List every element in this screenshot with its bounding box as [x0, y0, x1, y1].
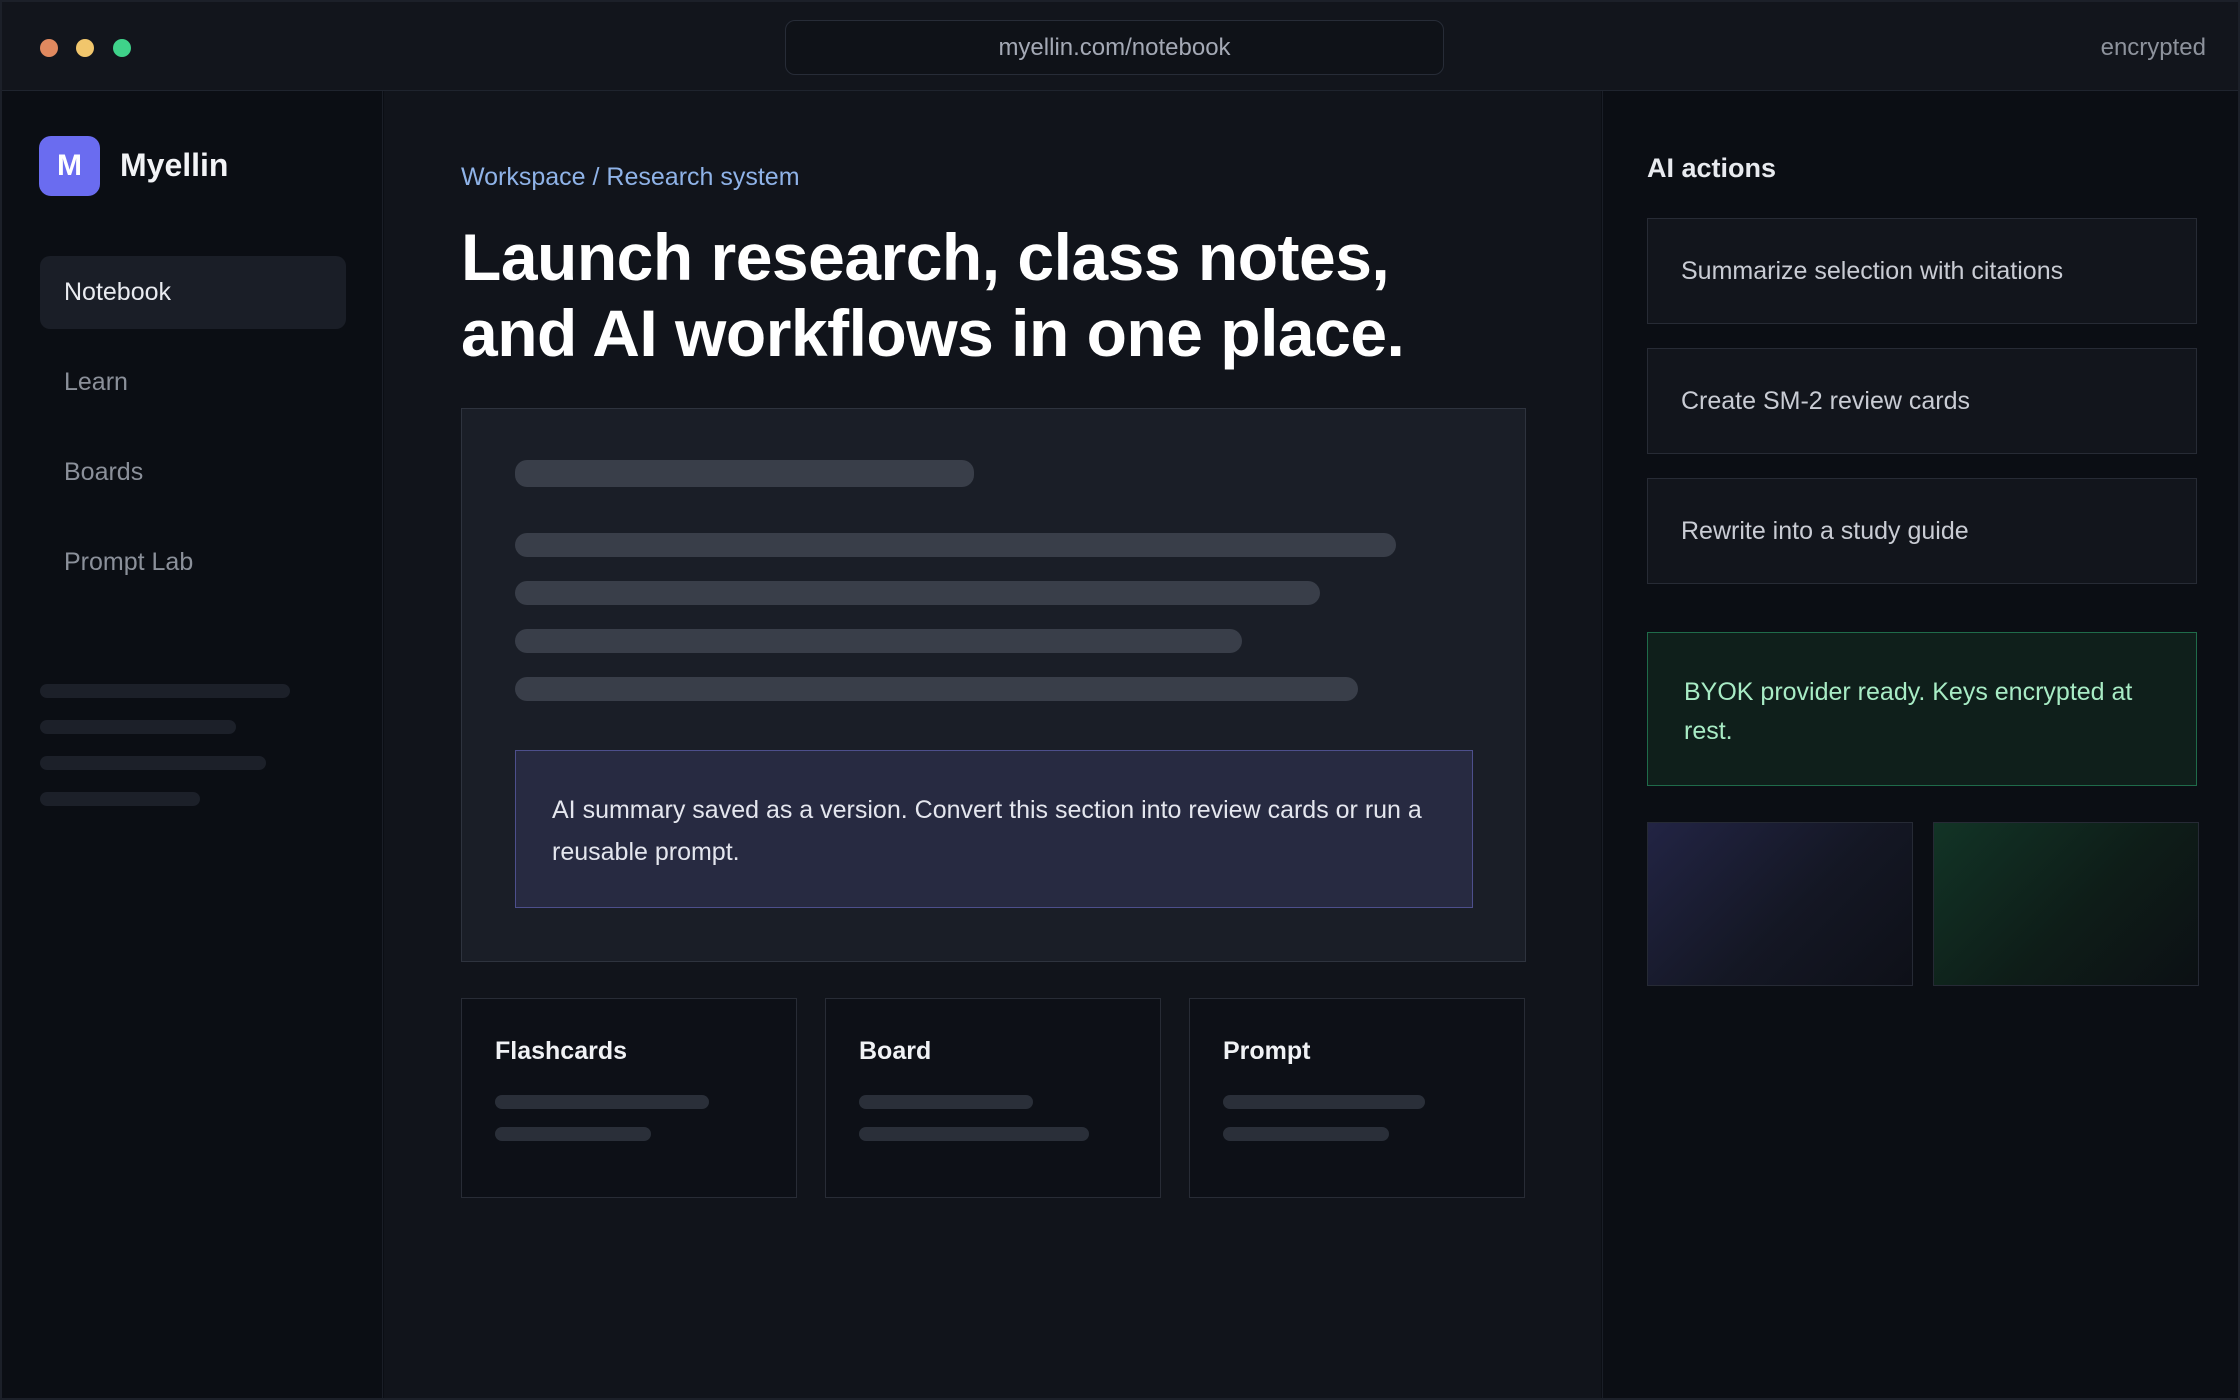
card-title: Prompt: [1223, 1037, 1311, 1065]
sidebar-item-label: Prompt Lab: [64, 548, 194, 576]
ai-actions-panel: AI actions Summarize selection with cita…: [1602, 91, 2238, 1398]
breadcrumb[interactable]: Workspace / Research system: [461, 163, 800, 192]
notebook-editor[interactable]: AI summary saved as a version. Convert t…: [461, 408, 1526, 962]
editor-heading-placeholder: [515, 460, 974, 487]
preview-thumbnail[interactable]: [1933, 822, 2199, 986]
editor-text-placeholder: [515, 677, 1358, 701]
prompt-card[interactable]: Prompt: [1189, 998, 1525, 1198]
brand-name: Myellin: [120, 147, 229, 183]
encryption-status: encrypted: [2100, 34, 2206, 61]
sidebar-placeholder-line: [40, 720, 236, 734]
byok-status-notice: BYOK provider ready. Keys encrypted at r…: [1647, 632, 2197, 786]
card-placeholder-line: [859, 1127, 1089, 1141]
card-placeholder-line: [495, 1095, 709, 1109]
flashcards-card[interactable]: Flashcards: [461, 998, 797, 1198]
sidebar-placeholder-line: [40, 792, 200, 806]
sidebar-item-label: Boards: [64, 458, 144, 486]
sidebar-item-notebook[interactable]: Notebook: [40, 256, 346, 329]
sidebar-item-label: Learn: [64, 368, 128, 396]
editor-text-placeholder: [515, 533, 1396, 557]
sidebar-item-label: Notebook: [64, 278, 172, 306]
study-guide-action-button[interactable]: Rewrite into a study guide: [1647, 478, 2197, 584]
card-placeholder-line: [1223, 1095, 1425, 1109]
sidebar-placeholder-line: [40, 684, 290, 698]
maximize-window-dot[interactable]: [113, 39, 131, 57]
title-bar: myellin.com/notebook encrypted: [2, 2, 2238, 91]
panel-title: AI actions: [1647, 153, 1777, 183]
card-title: Flashcards: [495, 1037, 628, 1065]
sidebar-item-prompt-lab[interactable]: Prompt Lab: [40, 526, 346, 599]
card-placeholder-line: [859, 1095, 1033, 1109]
summarize-action-button[interactable]: Summarize selection with citations: [1647, 218, 2197, 324]
editor-text-placeholder: [515, 629, 1242, 653]
card-placeholder-line: [495, 1127, 651, 1141]
logo-icon: M: [39, 136, 100, 196]
sidebar-item-boards[interactable]: Boards: [40, 436, 346, 509]
minimize-window-dot[interactable]: [76, 39, 94, 57]
address-bar[interactable]: myellin.com/notebook: [785, 20, 1444, 75]
editor-text-placeholder: [515, 581, 1320, 605]
card-title: Board: [859, 1037, 932, 1065]
close-window-dot[interactable]: [40, 39, 58, 57]
review-cards-action-button[interactable]: Create SM-2 review cards: [1647, 348, 2197, 454]
sidebar: M Myellin Notebook Learn Boards Prompt L…: [2, 91, 383, 1398]
main-content: Workspace / Research system Launch resea…: [384, 91, 1601, 1398]
page-title: Launch research, class notes, and AI wor…: [461, 220, 1405, 370]
card-placeholder-line: [1223, 1127, 1389, 1141]
app-window: myellin.com/notebook encrypted M Myellin…: [0, 0, 2240, 1400]
sidebar-item-learn[interactable]: Learn: [40, 346, 346, 419]
sidebar-placeholder-line: [40, 756, 266, 770]
ai-summary-callout: AI summary saved as a version. Convert t…: [515, 750, 1473, 908]
board-card[interactable]: Board: [825, 998, 1161, 1198]
preview-thumbnail[interactable]: [1647, 822, 1913, 986]
